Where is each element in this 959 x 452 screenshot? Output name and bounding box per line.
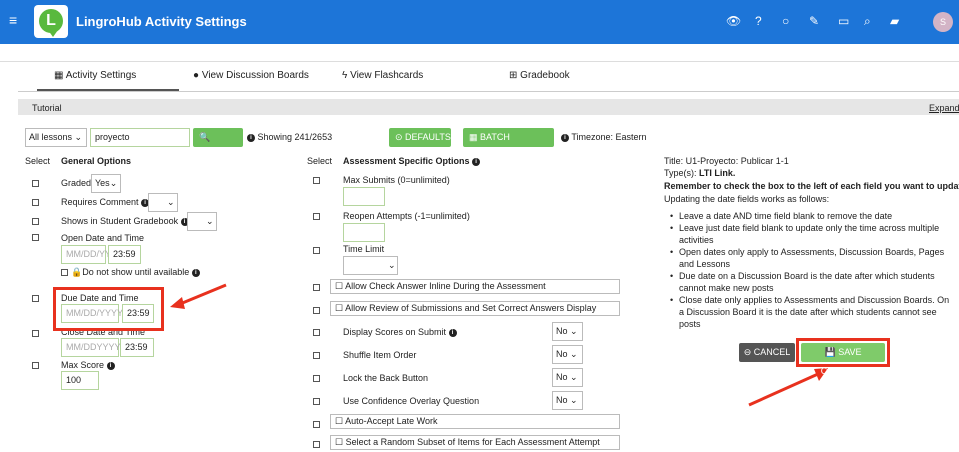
auto-accept-checkbox[interactable]: [313, 421, 320, 428]
reopen-checkbox[interactable]: [313, 213, 320, 220]
assessment-select-header: Select: [307, 156, 333, 166]
info-icon: i: [472, 157, 481, 166]
max-submits-label: Max Submits (0=unlimited): [343, 175, 450, 185]
check-answer-checkbox[interactable]: [313, 284, 320, 291]
random-subset-checkbox[interactable]: [313, 441, 320, 448]
chevron-down-icon: ⌄: [570, 372, 578, 382]
confidence-label: Use Confidence Overlay Question: [343, 396, 480, 406]
check-answer-option[interactable]: ☐ Allow Check Answer Inline During the A…: [330, 279, 620, 294]
auto-accept-option[interactable]: ☐ Auto-Accept Late Work: [330, 414, 620, 429]
list-item: Leave a date AND time field blank to rem…: [664, 210, 954, 222]
shuffle-select[interactable]: No ⌄: [552, 345, 583, 364]
lock-back-checkbox[interactable]: [313, 375, 320, 382]
cancel-button[interactable]: ⊖ CANCEL: [739, 343, 795, 362]
chevron-down-icon: ⌄: [570, 395, 578, 405]
list-item: Close date only applies to Assessments a…: [664, 294, 954, 330]
max-submits-checkbox[interactable]: [313, 177, 320, 184]
inner-checkbox-icon: ☐: [335, 437, 344, 447]
time-limit-select[interactable]: ⌄: [343, 256, 398, 275]
cancel-icon: ⊖: [743, 347, 754, 357]
allow-review-option[interactable]: ☐ Allow Review of Submissions and Set Co…: [330, 301, 620, 316]
list-item: Leave just date field blank to update on…: [664, 222, 954, 246]
display-scores-checkbox[interactable]: [313, 329, 320, 336]
remember-note: Remember to check the box to the left of…: [664, 181, 959, 191]
list-item: Open dates only apply to Assessments, Di…: [664, 246, 954, 270]
inner-checkbox-icon: ☐: [335, 281, 344, 291]
activity-title: Title: U1-Proyecto: Publicar 1-1: [664, 156, 789, 166]
shuffle-checkbox[interactable]: [313, 352, 320, 359]
inner-checkbox-icon: ☐: [335, 303, 344, 313]
assessment-options-header: Assessment Specific Options i: [343, 156, 481, 166]
reopen-label: Reopen Attempts (-1=unlimited): [343, 211, 470, 221]
date-rules-list: Leave a date AND time field blank to rem…: [664, 210, 954, 330]
inner-checkbox-icon: ☐: [335, 416, 344, 426]
random-subset-option[interactable]: ☐ Select a Random Subset of Items for Ea…: [330, 435, 620, 450]
display-scores-label: Display Scores on Submit i: [343, 327, 457, 337]
updating-note: Updating the date fields works as follow…: [664, 194, 830, 204]
lock-back-label: Lock the Back Button: [343, 373, 429, 383]
lock-back-select[interactable]: No ⌄: [552, 368, 583, 387]
max-submits-input[interactable]: [343, 187, 385, 206]
chevron-down-icon: ⌄: [570, 326, 578, 336]
chevron-down-icon: ⌄: [388, 260, 396, 270]
time-limit-checkbox[interactable]: [313, 247, 320, 254]
chevron-down-icon: ⌄: [570, 349, 578, 359]
time-limit-label: Time Limit: [343, 244, 385, 254]
reopen-input[interactable]: [343, 223, 385, 242]
display-scores-select[interactable]: No ⌄: [552, 322, 583, 341]
confidence-checkbox[interactable]: [313, 398, 320, 405]
activity-type: Type(s): LTI Link.: [664, 168, 736, 178]
arrow-to-due-date: [179, 283, 227, 306]
arrow-head: [170, 297, 185, 309]
allow-review-checkbox[interactable]: [313, 307, 320, 314]
list-item: Due date on a Discussion Board is the da…: [664, 270, 954, 294]
shuffle-label: Shuffle Item Order: [343, 350, 417, 360]
info-icon: i: [448, 328, 457, 337]
arrow-to-save: [748, 372, 819, 407]
save-highlight: [796, 338, 890, 367]
confidence-select[interactable]: No ⌄: [552, 391, 583, 410]
